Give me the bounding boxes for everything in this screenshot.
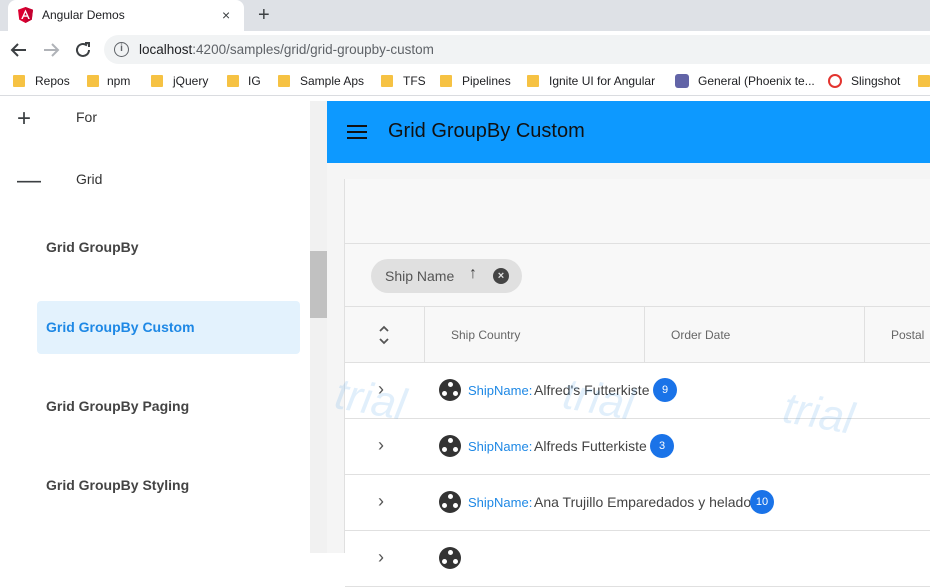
main-content: Grid GroupBy Custom Ship Name ↑ × Ship C…: [327, 101, 930, 587]
nav-group-grid[interactable]: — Grid: [0, 163, 310, 207]
sidebar-item-grid-groupby-paging[interactable]: Grid GroupBy Paging: [37, 380, 300, 433]
url-path: :4200/samples/grid/grid-groupby-custom: [192, 42, 434, 57]
column-header-order-date[interactable]: Order Date: [645, 307, 865, 363]
bookmark-general-teams[interactable]: General (Phoenix te...: [698, 74, 815, 88]
column-header-label: Order Date: [671, 328, 731, 342]
group-row[interactable]: › ShipName: Ana Trujillo Emparedados y h…: [345, 475, 930, 531]
bookmark-repos[interactable]: Repos: [35, 74, 70, 88]
url-text: localhost:4200/samples/grid/grid-groupby…: [139, 42, 434, 57]
sidebar-item-label: Grid GroupBy Paging: [46, 398, 190, 414]
group-by-icon: [439, 547, 461, 569]
column-header-ship-country[interactable]: Ship Country: [425, 307, 645, 363]
back-arrow-icon[interactable]: [6, 37, 32, 63]
group-value: Alfred's Futterkiste: [534, 382, 650, 398]
sidebar-item-grid-groupby[interactable]: Grid GroupBy: [37, 221, 300, 274]
url-host: localhost: [139, 42, 193, 57]
collapse-minus-icon[interactable]: —: [17, 167, 41, 195]
bookmark-npm[interactable]: npm: [107, 74, 130, 88]
grid-header-row: Ship Country Order Date Postal: [345, 307, 930, 363]
site-info-icon[interactable]: i: [114, 42, 129, 57]
group-by-icon: [439, 435, 461, 457]
group-row[interactable]: › ShipName: Alfreds Futterkiste 3: [345, 419, 930, 475]
group-field-label: ShipName:: [468, 495, 533, 510]
app-bar: Grid GroupBy Custom: [327, 101, 930, 163]
bookmark-jquery[interactable]: jQuery: [173, 74, 208, 88]
group-field-label: ShipName:: [468, 439, 533, 454]
tab-title: Angular Demos: [42, 8, 125, 22]
group-row[interactable]: ›: [345, 531, 930, 587]
group-count-badge: 9: [653, 378, 677, 402]
bookmark-tfs[interactable]: TFS: [403, 74, 426, 88]
column-header-postal[interactable]: Postal: [865, 307, 930, 363]
bookmark-pipelines[interactable]: Pipelines: [462, 74, 511, 88]
expand-collapse-all-icon[interactable]: [378, 325, 390, 345]
folder-icon: [918, 75, 930, 87]
group-by-icon: [439, 379, 461, 401]
column-header-label: Postal: [891, 328, 925, 342]
browser-tab-strip: Angular Demos × +: [0, 0, 930, 31]
group-value: Ana Trujillo Emparedados y helados: [534, 494, 759, 510]
group-count-badge: 3: [650, 434, 674, 458]
folder-icon: [13, 75, 25, 87]
folder-icon: [87, 75, 99, 87]
sidebar-nav: + For — Grid Grid GroupBy Grid GroupBy C…: [0, 101, 310, 553]
folder-icon: [381, 75, 393, 87]
expand-plus-icon[interactable]: +: [17, 105, 31, 133]
folder-icon: [527, 75, 539, 87]
app-root: + For — Grid Grid GroupBy Grid GroupBy C…: [0, 101, 930, 587]
forward-arrow-icon[interactable]: [38, 37, 64, 63]
browser-toolbar: i localhost:4200/samples/grid/grid-group…: [0, 31, 930, 68]
group-count-badge: 10: [750, 490, 774, 514]
sidebar-item-label: Grid GroupBy: [46, 239, 139, 255]
sidebar-item-label: Grid GroupBy Custom: [46, 319, 195, 335]
folder-icon: [278, 75, 290, 87]
reload-icon[interactable]: [70, 37, 96, 63]
nav-group-for[interactable]: + For: [0, 101, 310, 145]
nav-group-label: For: [76, 109, 97, 125]
group-value: Alfreds Futterkiste: [534, 438, 647, 454]
angular-logo-icon: [18, 7, 33, 23]
folder-icon: [227, 75, 239, 87]
teams-icon: [675, 74, 689, 88]
bookmark-slingshot[interactable]: Slingshot: [851, 74, 900, 88]
tab-close-icon[interactable]: ×: [222, 6, 230, 24]
sidebar-item-label: Grid GroupBy Styling: [46, 477, 190, 493]
group-by-icon: [439, 491, 461, 513]
chevron-right-icon[interactable]: ›: [378, 379, 384, 400]
groupby-chip-label: Ship Name: [385, 268, 455, 284]
expand-all-toggle[interactable]: [345, 307, 425, 363]
hamburger-menu-icon[interactable]: [347, 125, 367, 139]
nav-group-label: Grid: [76, 171, 103, 187]
browser-tab[interactable]: Angular Demos ×: [8, 0, 244, 31]
grid-toolbar: [345, 179, 930, 244]
sidebar-item-grid-groupby-custom[interactable]: Grid GroupBy Custom: [37, 301, 300, 354]
bookmarks-bar: Repos npm jQuery IG Sample Aps TFS Pipel…: [0, 68, 930, 96]
sidebar-scrollbar[interactable]: [310, 101, 327, 553]
column-header-label: Ship Country: [451, 328, 521, 342]
data-grid: Ship Name ↑ × Ship Country Order Date Po…: [331, 179, 930, 587]
group-field-label: ShipName:: [468, 383, 533, 398]
bookmark-ignite-ui[interactable]: Ignite UI for Angular: [549, 74, 655, 88]
groupby-drop-area: Ship Name ↑ ×: [345, 244, 930, 307]
bookmark-sample-aps[interactable]: Sample Aps: [300, 74, 364, 88]
sidebar-item-grid-groupby-styling[interactable]: Grid GroupBy Styling: [37, 459, 300, 512]
page-title: Grid GroupBy Custom: [388, 120, 585, 142]
groupby-chip[interactable]: Ship Name ↑ ×: [371, 259, 522, 293]
new-tab-button[interactable]: +: [258, 3, 270, 27]
scrollbar-thumb[interactable]: [310, 251, 327, 318]
address-bar[interactable]: i localhost:4200/samples/grid/grid-group…: [104, 35, 930, 64]
slingshot-icon: [828, 74, 842, 88]
chevron-right-icon[interactable]: ›: [378, 435, 384, 456]
chip-remove-icon[interactable]: ×: [493, 268, 509, 284]
chevron-right-icon[interactable]: ›: [378, 491, 384, 512]
folder-icon: [151, 75, 163, 87]
sort-ascending-icon[interactable]: ↑: [469, 265, 477, 283]
bookmark-ig[interactable]: IG: [248, 74, 261, 88]
group-row[interactable]: › ShipName: Alfred's Futterkiste 9: [345, 363, 930, 419]
folder-icon: [440, 75, 452, 87]
chevron-right-icon[interactable]: ›: [378, 547, 384, 568]
